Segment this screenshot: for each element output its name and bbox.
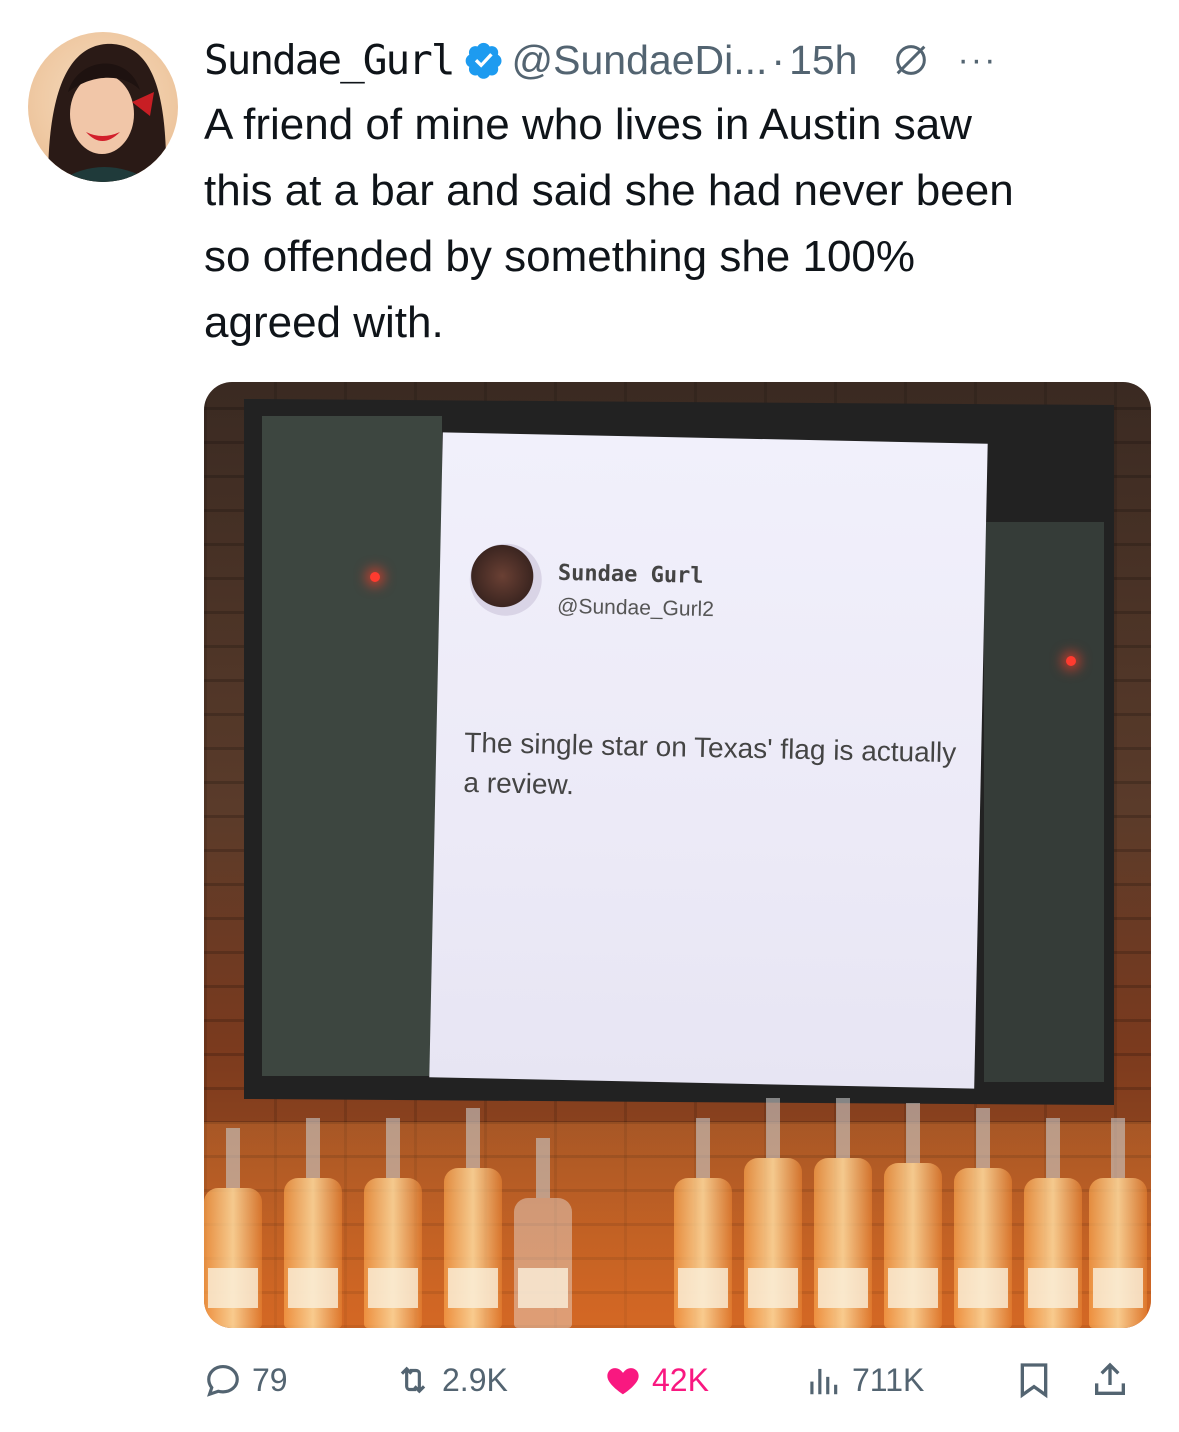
red-light: [1066, 656, 1076, 666]
bookmark-icon[interactable]: [1014, 1360, 1054, 1400]
bottle: [284, 1118, 342, 1328]
bottle: [814, 1098, 872, 1328]
views-chart-icon: [810, 1368, 838, 1395]
screen-avatar: [468, 542, 543, 617]
heart-icon: [607, 1368, 639, 1395]
bottle: [1024, 1118, 1082, 1328]
avatar-photo: [48, 43, 167, 182]
like-button[interactable]: 42K: [604, 1361, 804, 1399]
author-handle[interactable]: @SundaeDi...: [512, 37, 768, 84]
bottle: [954, 1108, 1012, 1328]
bottle: [884, 1103, 942, 1328]
screen-tweet-text: The single star on Texas' flag is actual…: [463, 726, 957, 801]
reply-icon: [207, 1364, 239, 1397]
views-count: 711K: [852, 1361, 925, 1398]
like-count: 42K: [652, 1361, 709, 1398]
tweet-header: Sundae_Gurl @SundaeDi... · 15h ···: [204, 30, 1155, 90]
bottle: [364, 1118, 422, 1328]
screen-display-name: Sundae Gurl: [557, 560, 704, 589]
screen-handle: @Sundae_Gurl2: [556, 594, 715, 622]
separator-dot: ·: [771, 36, 786, 83]
tweet-actions-bar: 79 2.9K 42K 711K: [204, 1355, 1151, 1405]
secondary-actions: [1014, 1360, 1130, 1400]
views-button[interactable]: 711K: [804, 1361, 1014, 1399]
tweet-text: A friend of mine who lives in Austin saw…: [204, 100, 1014, 347]
liquor-shelf: [204, 1098, 1151, 1328]
share-icon[interactable]: [1090, 1360, 1130, 1400]
post-time[interactable]: 15h: [789, 37, 857, 84]
bottle: [1089, 1118, 1147, 1328]
grok-icon[interactable]: [891, 40, 931, 80]
repost-count: 2.9K: [442, 1361, 508, 1398]
bottle: [204, 1128, 262, 1328]
red-light: [370, 572, 380, 582]
reply-button[interactable]: 79: [204, 1361, 394, 1399]
tv-panel-right: [984, 522, 1104, 1082]
bottle: [674, 1118, 732, 1328]
tweet-media-photo[interactable]: Sundae Gurl @Sundae_Gurl2 The single sta…: [204, 382, 1151, 1328]
bottle: [444, 1108, 502, 1328]
tv-panel-left: [262, 416, 442, 1076]
more-options-icon[interactable]: ···: [957, 41, 997, 80]
bottle: [744, 1098, 802, 1328]
repost-button[interactable]: 2.9K: [394, 1361, 604, 1399]
repost-icon: [400, 1366, 426, 1394]
display-name[interactable]: Sundae_Gurl: [204, 36, 456, 84]
verified-badge-icon: [465, 42, 502, 79]
tv-screen: Sundae Gurl @Sundae_Gurl2 The single sta…: [429, 432, 988, 1089]
author-avatar[interactable]: [28, 32, 178, 182]
reply-count: 79: [252, 1361, 288, 1398]
bottle: [514, 1138, 572, 1328]
